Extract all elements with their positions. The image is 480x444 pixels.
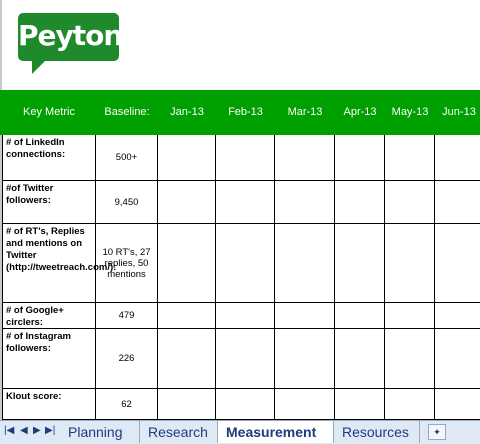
last-sheet-icon[interactable]: ▶| bbox=[45, 425, 55, 436]
month-value-cell[interactable] bbox=[158, 389, 216, 420]
metric-name-cell[interactable]: #of Twitter followers: bbox=[2, 181, 96, 224]
month-value-cell[interactable] bbox=[435, 329, 480, 389]
month-value-cell[interactable] bbox=[216, 303, 275, 329]
baseline-value-cell[interactable]: 62 bbox=[96, 389, 158, 420]
month-value-cell[interactable] bbox=[435, 224, 480, 303]
next-sheet-icon[interactable]: ▶ bbox=[33, 425, 41, 436]
metric-name-cell[interactable]: # of Google+ circlers: bbox=[2, 303, 96, 329]
month-value-cell[interactable] bbox=[275, 329, 335, 389]
month-value-cell[interactable] bbox=[216, 224, 275, 303]
tab-planning[interactable]: Planning bbox=[60, 421, 140, 443]
month-value-cell[interactable] bbox=[385, 224, 435, 303]
tab-research[interactable]: Research bbox=[140, 421, 218, 443]
month-value-cell[interactable] bbox=[158, 224, 216, 303]
metric-name-cell[interactable]: # of RT's, Replies and mentions on Twitt… bbox=[2, 224, 116, 303]
header-month[interactable]: Jan-13 bbox=[158, 90, 216, 135]
header-month[interactable]: Feb-13 bbox=[216, 90, 275, 135]
baseline-value-cell[interactable]: 226 bbox=[96, 329, 158, 389]
month-value-cell[interactable] bbox=[435, 389, 480, 420]
tab-resources[interactable]: Resources bbox=[334, 421, 420, 443]
header-month[interactable]: Mar-13 bbox=[275, 90, 335, 135]
month-value-cell[interactable] bbox=[335, 303, 385, 329]
header-month[interactable]: Jun-13 bbox=[435, 90, 480, 135]
month-value-cell[interactable] bbox=[275, 303, 335, 329]
month-value-cell[interactable] bbox=[275, 181, 335, 224]
month-value-cell[interactable] bbox=[216, 181, 275, 224]
header-month[interactable]: May-13 bbox=[385, 90, 435, 135]
logo-text: Peyton bbox=[18, 19, 123, 52]
header-key-metric[interactable]: Key Metric bbox=[2, 90, 96, 135]
logo-speech-tail bbox=[32, 60, 46, 74]
header-month[interactable]: Apr-13 bbox=[335, 90, 385, 135]
month-value-cell[interactable] bbox=[335, 389, 385, 420]
sheet-tab-bar: |◀ ◀ ▶ ▶| Planning Research Measurement … bbox=[0, 420, 480, 444]
month-value-cell[interactable] bbox=[216, 329, 275, 389]
month-value-cell[interactable] bbox=[385, 135, 435, 181]
month-value-cell[interactable] bbox=[216, 389, 275, 420]
month-value-cell[interactable] bbox=[275, 135, 335, 181]
prev-sheet-icon[interactable]: ◀ bbox=[20, 425, 28, 436]
header-baseline[interactable]: Baseline: bbox=[96, 90, 158, 135]
baseline-value-cell[interactable]: 10 RT's, 27 replies, 50 mentions bbox=[96, 224, 158, 303]
month-value-cell[interactable] bbox=[158, 329, 216, 389]
month-value-cell[interactable] bbox=[385, 389, 435, 420]
month-value-cell[interactable] bbox=[335, 329, 385, 389]
month-value-cell[interactable] bbox=[158, 181, 216, 224]
month-value-cell[interactable] bbox=[435, 303, 480, 329]
month-value-cell[interactable] bbox=[275, 389, 335, 420]
month-value-cell[interactable] bbox=[216, 135, 275, 181]
metric-name-cell[interactable]: # of Instagram followers: bbox=[2, 329, 96, 389]
metric-name-cell[interactable]: Klout score: bbox=[2, 389, 96, 420]
metric-name-cell[interactable]: # of LinkedIn connections: bbox=[2, 135, 96, 181]
new-sheet-icon[interactable]: ✦ bbox=[428, 424, 446, 440]
month-value-cell[interactable] bbox=[158, 303, 216, 329]
month-value-cell[interactable] bbox=[335, 135, 385, 181]
month-value-cell[interactable] bbox=[385, 181, 435, 224]
month-value-cell[interactable] bbox=[275, 224, 335, 303]
tab-measurement[interactable]: Measurement bbox=[218, 421, 334, 443]
month-value-cell[interactable] bbox=[435, 181, 480, 224]
month-value-cell[interactable] bbox=[335, 224, 385, 303]
baseline-value-cell[interactable]: 500+ bbox=[96, 135, 158, 181]
month-value-cell[interactable] bbox=[158, 135, 216, 181]
first-sheet-icon[interactable]: |◀ bbox=[4, 425, 14, 436]
baseline-value-cell[interactable]: 479 bbox=[96, 303, 158, 329]
baseline-value-cell[interactable]: 9,450 bbox=[96, 181, 158, 224]
month-value-cell[interactable] bbox=[335, 181, 385, 224]
month-value-cell[interactable] bbox=[385, 303, 435, 329]
month-value-cell[interactable] bbox=[435, 135, 480, 181]
peyton-logo: Peyton bbox=[18, 13, 123, 61]
month-value-cell[interactable] bbox=[385, 329, 435, 389]
